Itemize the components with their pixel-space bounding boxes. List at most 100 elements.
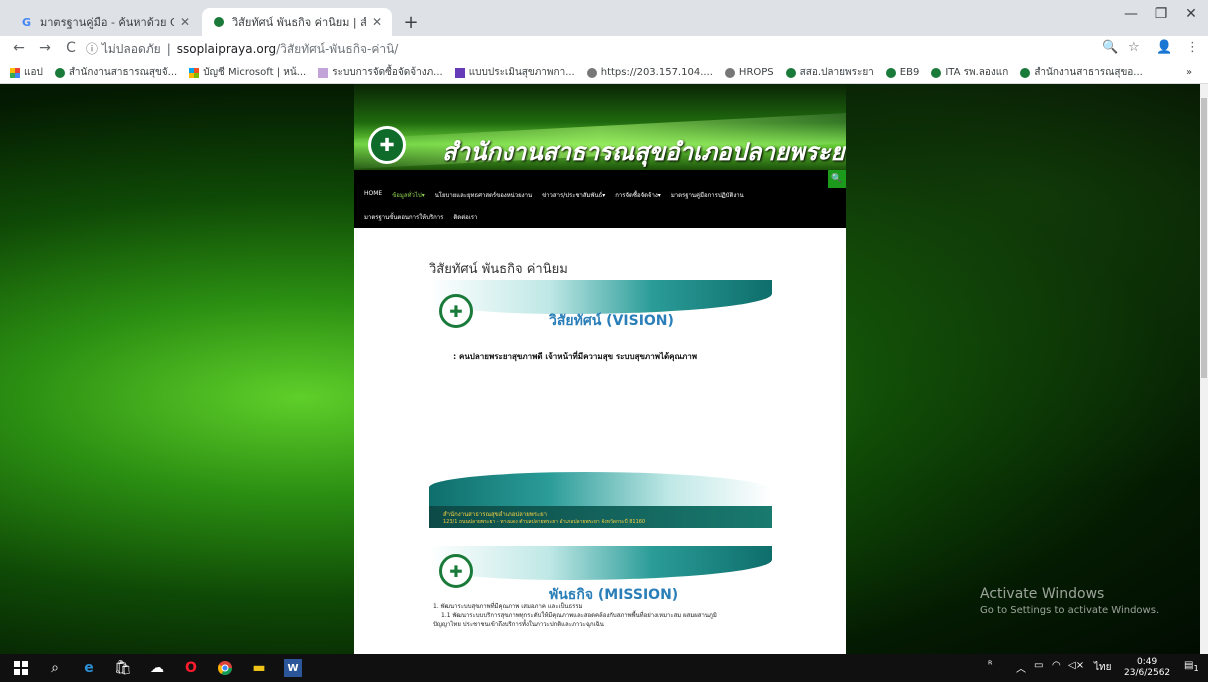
vision-heading: วิสัยทัศน์ (VISION)	[549, 313, 674, 329]
microsoft-icon	[189, 67, 200, 78]
bookmarks-bar: แอป สำนักงานสาธารณสุขจั... บัญชี Microso…	[0, 62, 1208, 84]
bookmark-item[interactable]: แบบประเมินสุขภาพกา...	[454, 65, 575, 80]
people-icon[interactable]: ☁	[148, 659, 166, 677]
nav-contact[interactable]: ติดต่อเรา	[453, 212, 477, 222]
security-indicator[interactable]: ⓘ ไม่ปลอดภัย	[86, 40, 161, 59]
clock-time: 0:49	[1136, 657, 1158, 667]
chrome-icon[interactable]	[216, 659, 234, 677]
nav-news[interactable]: ข่าวสาร/ประชาสัมพันธ์▾	[542, 190, 605, 200]
menu-icon[interactable]: ⋮	[1186, 40, 1199, 55]
bookmark-item[interactable]: สำนักงานสาธารณสุขอ...	[1020, 65, 1143, 80]
activate-windows-watermark: Activate Windows Go to Settings to activ…	[980, 586, 1159, 616]
nav-general-info[interactable]: ข้อมูลทั่วไป▾	[392, 190, 425, 200]
bookmark-label: HROPS	[738, 67, 774, 78]
address-separator: |	[166, 42, 171, 56]
mission-image: ✚ พันธกิจ (MISSION) 1. พัฒนาระบบสุขภาพที…	[429, 546, 772, 654]
tab-vision-page[interactable]: วิสัยทัศน์ พันธกิจ ค่านิยม | สำนักงานส ✕	[202, 8, 392, 36]
store-icon[interactable]: 🛍	[114, 659, 132, 677]
site-favicon-icon	[785, 67, 796, 78]
minimize-button[interactable]: —	[1116, 6, 1146, 22]
globe-icon	[586, 67, 597, 78]
nav-service-standards[interactable]: มาตรฐานขั้นตอนการให้บริการ	[364, 212, 443, 222]
page-content: วิสัยทัศน์ พันธกิจ ค่านิยม ✚ วิสัยทัศน์ …	[354, 228, 846, 654]
nav-manuals[interactable]: มาตรฐานคู่มือการปฏิบัติงาน	[671, 190, 744, 200]
bookmark-item[interactable]: ระบบการจัดซื้อจัดจ้างภ...	[318, 65, 443, 80]
vision-text: : คนปลายพระยาสุขภาพดี เจ้าหน้าที่มีความส…	[453, 352, 697, 361]
top-wave-decoration	[429, 546, 772, 580]
close-window-button[interactable]: ✕	[1176, 6, 1206, 22]
site-title[interactable]: สำนักงานสาธารณสุขอำเภอปลายพระยา	[442, 132, 846, 170]
url-host: ssoplaipraya.org	[176, 42, 277, 56]
forward-button[interactable]: →	[36, 40, 54, 56]
apps-grid-icon	[10, 67, 20, 78]
bookmark-label: แบบประเมินสุขภาพกา...	[468, 67, 575, 78]
bookmark-label: EB9	[899, 67, 920, 78]
close-tab-icon[interactable]: ✕	[180, 15, 190, 29]
notification-count: 1	[1193, 663, 1199, 673]
tab-title: วิสัยทัศน์ พันธกิจ ค่านิยม | สำนักงานส	[232, 16, 366, 29]
bookmark-item[interactable]: สำนักงานสาธารณสุขจั...	[54, 65, 177, 80]
maximize-button[interactable]: ❐	[1146, 6, 1176, 22]
back-button[interactable]: ←	[10, 40, 28, 56]
mission-line: ปัญญาไทย ประชาชนเข้าถึงบริการทั้งในภาวะป…	[433, 621, 604, 628]
chevron-up-icon[interactable]: ︿	[1016, 660, 1026, 675]
search-icon[interactable]: ⌕	[46, 659, 64, 677]
profile-icon[interactable]: 👤	[1156, 40, 1172, 55]
bookmark-label: สำนักงานสาธารณสุขอ...	[1034, 67, 1143, 78]
language-indicator[interactable]: ไทย	[1094, 660, 1111, 675]
bookmark-item[interactable]: บัญชี Microsoft | หน้...	[189, 65, 306, 80]
globe-icon	[724, 67, 735, 78]
nav-policy[interactable]: นโยบายและยุทธศาสตร์ของหน่วยงาน	[435, 190, 532, 200]
bookmark-label: บัญชี Microsoft | หน้...	[203, 67, 307, 78]
site-search-button[interactable]: 🔍	[828, 170, 846, 188]
tab-title: มาตรฐานคู่มือ - ค้นหาด้วย Google	[40, 16, 174, 29]
close-tab-icon[interactable]: ✕	[372, 15, 382, 29]
wifi-icon[interactable]: ◠	[1052, 660, 1061, 671]
browser-toolbar: ← → C ⓘ ไม่ปลอดภัย | ssoplaipraya.org /ว…	[0, 36, 1208, 62]
vision-image: ✚ วิสัยทัศน์ (VISION) : คนปลายพระยาสุขภา…	[429, 280, 772, 538]
url-path: /วิสัยทัศน์-พันธกิจ-ค่านิ/	[276, 41, 399, 56]
bookmark-label: แอป	[24, 67, 43, 78]
address-bar[interactable]: ⓘ ไม่ปลอดภัย | ssoplaipraya.org /วิสัยทั…	[86, 39, 1126, 59]
bookmark-star-icon[interactable]: ☆	[1128, 40, 1140, 55]
page-scrollbar[interactable]	[1200, 84, 1208, 654]
zoom-icon[interactable]: 🔍	[1102, 40, 1118, 55]
bookmark-item[interactable]: สสอ.ปลายพระยา	[785, 65, 874, 80]
bookmark-item[interactable]: https://203.157.104....	[586, 67, 713, 78]
clock[interactable]: 0:49 23/6/2562	[1124, 657, 1170, 679]
bookmark-item[interactable]: HROPS	[724, 67, 774, 78]
windows-start-icon[interactable]	[12, 659, 30, 677]
windows-taskbar: ⌕ e 🛍 ☁ O ▬ W ᴿ ︿ ▭ ◠ ◁× ไทย 0:49 23/6/2…	[0, 654, 1208, 682]
ministry-logo-icon[interactable]: ✚	[368, 126, 406, 164]
activate-subtitle: Go to Settings to activate Windows.	[980, 605, 1160, 616]
clock-date: 23/6/2562	[1124, 668, 1171, 678]
edge-icon[interactable]: e	[80, 659, 98, 677]
mission-text: 1. พัฒนาระบบสุขภาพที่มีคุณภาพ เสมอภาค แล…	[433, 602, 772, 629]
google-icon: G	[20, 15, 34, 29]
volume-icon[interactable]: ◁×	[1068, 660, 1084, 671]
bookmark-apps[interactable]: แอป	[10, 65, 43, 80]
file-explorer-icon[interactable]: ▬	[250, 659, 268, 677]
people-tray-icon[interactable]: ᴿ	[988, 660, 992, 671]
search-icon: 🔍	[831, 174, 843, 184]
bookmark-label: ระบบการจัดซื้อจัดจ้างภ...	[332, 67, 443, 78]
top-wave-decoration	[429, 280, 772, 314]
activate-title: Activate Windows	[980, 586, 1105, 602]
notifications-icon[interactable]: ▤1	[1184, 660, 1199, 673]
nav-home[interactable]: HOME	[364, 190, 382, 200]
opera-icon[interactable]: O	[182, 659, 200, 677]
new-tab-button[interactable]: +	[400, 11, 422, 33]
nav-procurement[interactable]: การจัดซื้อจัดจ้าง▾	[615, 190, 661, 200]
scrollbar-thumb[interactable]	[1201, 98, 1207, 378]
bookmark-item[interactable]: EB9	[885, 67, 920, 78]
reload-button[interactable]: C	[62, 40, 80, 56]
bookmark-label: สสอ.ปลายพระยา	[799, 67, 874, 78]
tab-bar: G มาตรฐานคู่มือ - ค้นหาด้วย Google ✕ วิส…	[0, 0, 1208, 36]
bookmark-label: ITA รพ.ลองแก	[945, 67, 1009, 78]
tab-google-search[interactable]: G มาตรฐานคู่มือ - ค้นหาด้วย Google ✕	[10, 8, 200, 36]
main-nav: HOME ข้อมูลทั่วไป▾ นโยบายและยุทธศาสตร์ขอ…	[354, 170, 846, 228]
bookmarks-more-button[interactable]: »	[1186, 67, 1192, 78]
battery-icon[interactable]: ▭	[1034, 660, 1043, 671]
bookmark-item[interactable]: ITA รพ.ลองแก	[931, 65, 1008, 80]
word-icon[interactable]: W	[284, 659, 302, 677]
